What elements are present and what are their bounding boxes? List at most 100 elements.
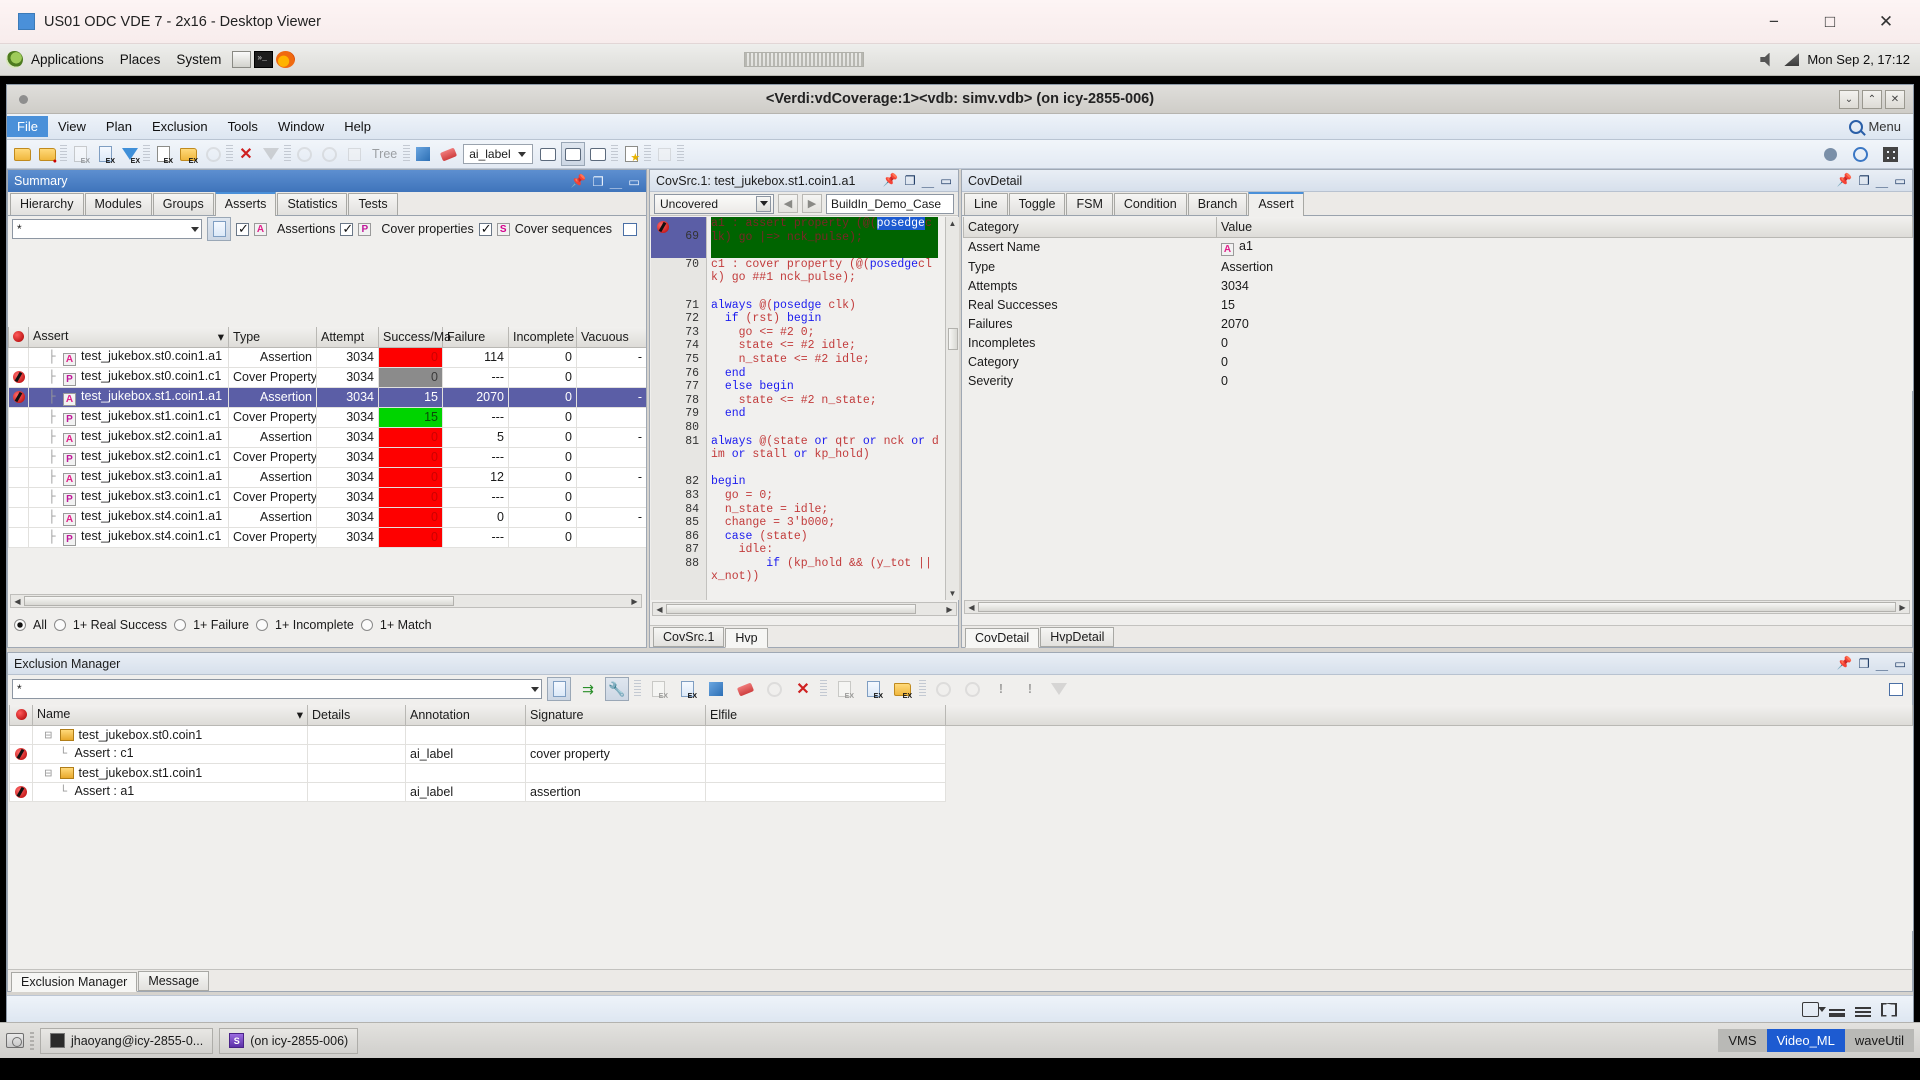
code-line[interactable]: c1 : cover property (@(posedgeclk) go ##… bbox=[711, 258, 945, 299]
table-row[interactable]: ├ Atest_jukebox.st1.coin1.a1 Assertion 303… bbox=[8, 387, 646, 408]
save-exclusion-file-button[interactable]: EX bbox=[861, 677, 885, 701]
signature-col-header[interactable]: Signature bbox=[525, 705, 706, 726]
filter-comment-button[interactable] bbox=[586, 142, 610, 166]
tab-covsrc1[interactable]: CovSrc.1 bbox=[653, 627, 725, 647]
delete-row-button[interactable]: ✕ bbox=[791, 677, 815, 701]
next-button[interactable]: ▶ bbox=[802, 194, 822, 213]
bookmark-button[interactable]: ★ bbox=[619, 142, 643, 166]
row-assert-name[interactable]: ├ Ptest_jukebox.st4.coin1.c1 bbox=[28, 527, 229, 548]
table-row[interactable]: Attempts 3034 bbox=[963, 276, 1913, 296]
menu-exclusion[interactable]: Exclusion bbox=[142, 116, 218, 137]
row-exclusion-flag[interactable] bbox=[8, 487, 29, 508]
scroll-right-icon[interactable]: ▶ bbox=[943, 603, 956, 615]
menu-applications[interactable]: Applications bbox=[23, 44, 112, 76]
table-row[interactable]: ⊟ test_jukebox.st1.coin1 bbox=[9, 763, 1913, 783]
undock-icon[interactable]: ❐ bbox=[592, 174, 603, 189]
open-exclusion-folder-button[interactable]: EX bbox=[176, 142, 200, 166]
tab-tests[interactable]: Tests bbox=[348, 193, 398, 215]
pin-icon[interactable]: 📌 bbox=[1837, 173, 1853, 188]
summary-filter-input[interactable]: * bbox=[12, 219, 202, 239]
tab-modules[interactable]: Modules bbox=[84, 193, 152, 215]
viewer-minimize-button[interactable]: − bbox=[1746, 0, 1802, 43]
code-line[interactable] bbox=[711, 421, 945, 435]
asserts-hscrollbar[interactable]: ◀ ▶ bbox=[10, 594, 642, 608]
vacuous-col-header[interactable]: Vacuous bbox=[576, 327, 646, 348]
code-line-number[interactable]: 84 bbox=[651, 503, 706, 517]
code-line-number[interactable]: 75 bbox=[651, 353, 706, 367]
table-row[interactable]: Assert Name Aa1 bbox=[963, 237, 1913, 258]
table-row[interactable]: Failures 2070 bbox=[963, 314, 1913, 334]
tree-view-button[interactable] bbox=[342, 142, 366, 166]
row-assert-name[interactable]: ├ Atest_jukebox.st1.coin1.a1 bbox=[28, 387, 229, 408]
code-vscrollbar[interactable]: ▲ ▼ bbox=[945, 217, 959, 600]
undo-button[interactable] bbox=[201, 142, 225, 166]
hierarchy-button[interactable] bbox=[652, 142, 676, 166]
failure-col-header[interactable]: Failure bbox=[442, 327, 509, 348]
code-line-number[interactable]: 72 bbox=[651, 312, 706, 326]
filter-rows-button[interactable] bbox=[1047, 677, 1071, 701]
scroll-up-icon[interactable]: ▲ bbox=[947, 217, 959, 230]
code-line-number[interactable]: 87 bbox=[651, 543, 706, 557]
code-line[interactable]: a1 : assert property (@(posedgeclk) go |… bbox=[711, 217, 938, 258]
tab-fsm[interactable]: FSM bbox=[1066, 193, 1113, 215]
name-col-header[interactable]: Name ▾ bbox=[32, 705, 308, 726]
taskbar-item-verdi[interactable]: S (on icy-2855-006) bbox=[219, 1027, 359, 1054]
code-line-number[interactable]: 78 bbox=[651, 394, 706, 408]
covdetail-hscrollbar[interactable]: ◀ ▶ bbox=[964, 600, 1910, 614]
code-line-number[interactable]: 77 bbox=[651, 380, 706, 394]
menu-system[interactable]: System bbox=[168, 44, 229, 76]
row-exclusion-flag[interactable] bbox=[8, 507, 29, 528]
exclusion-filter-input[interactable]: * bbox=[12, 679, 542, 699]
scroll-right-icon[interactable]: ▶ bbox=[1896, 601, 1909, 613]
code-hscrollbar[interactable]: ◀ ▶ bbox=[652, 602, 957, 616]
radio-match[interactable] bbox=[360, 619, 373, 631]
row-name[interactable]: └ Assert : a1 bbox=[32, 782, 308, 802]
tab-message[interactable]: Message bbox=[138, 971, 210, 991]
code-line[interactable]: n_state <= #2 idle; bbox=[711, 353, 945, 367]
scroll-left-icon[interactable]: ◀ bbox=[653, 603, 666, 615]
menu-window[interactable]: Window bbox=[268, 116, 334, 137]
erase-annotation-button[interactable] bbox=[436, 142, 460, 166]
table-row[interactable]: ├ Atest_jukebox.st0.coin1.a1 Assertion 303… bbox=[8, 347, 646, 368]
reload-button[interactable] bbox=[762, 677, 786, 701]
annotation-col-header[interactable]: Annotation bbox=[405, 705, 526, 726]
filter-exclusion-button[interactable]: EX bbox=[118, 142, 142, 166]
menu-tools[interactable]: Tools bbox=[218, 116, 268, 137]
code-line[interactable]: if (kp_hold && (y_tot || x_not)) bbox=[711, 557, 945, 584]
tab-groups[interactable]: Groups bbox=[152, 193, 214, 215]
table-row[interactable]: Incompletes 0 bbox=[963, 333, 1913, 353]
clear-annotation-button[interactable] bbox=[733, 677, 757, 701]
launcher-terminal-icon[interactable] bbox=[254, 51, 274, 68]
code-line-number[interactable]: 69 bbox=[651, 217, 706, 258]
volume-icon[interactable] bbox=[1760, 52, 1770, 67]
code-line-number[interactable]: 73 bbox=[651, 326, 706, 340]
row-name[interactable]: ⊟ test_jukebox.st0.coin1 bbox=[32, 725, 308, 745]
row-name[interactable]: └ Assert : c1 bbox=[32, 744, 308, 764]
code-line[interactable]: go = 0; bbox=[711, 489, 945, 503]
save-exclusion-button[interactable]: EX bbox=[151, 142, 175, 166]
launcher-firefox-icon[interactable] bbox=[276, 51, 296, 68]
code-line-number[interactable]: 82 bbox=[651, 475, 706, 489]
annotation-combo[interactable]: ai_label bbox=[463, 144, 534, 164]
menu-file[interactable]: File bbox=[7, 116, 48, 137]
tab-toggle[interactable]: Toggle bbox=[1008, 193, 1066, 215]
undock-icon[interactable]: ❐ bbox=[1858, 656, 1869, 671]
delete-button[interactable]: ✕ bbox=[234, 142, 258, 166]
pin-icon[interactable]: 📌 bbox=[571, 174, 587, 189]
row-assert-name[interactable]: ├ Atest_jukebox.st4.coin1.a1 bbox=[28, 507, 229, 528]
close-vdb-button[interactable]: ● bbox=[35, 142, 59, 166]
disapprove-button[interactable] bbox=[960, 677, 984, 701]
menu-plan[interactable]: Plan bbox=[96, 116, 142, 137]
approve-button[interactable] bbox=[931, 677, 955, 701]
column-options-button[interactable] bbox=[618, 217, 642, 241]
clock[interactable]: Mon Sep 2, 17:12 bbox=[1807, 52, 1910, 67]
code-line-number[interactable]: 81 bbox=[651, 435, 706, 476]
pin-icon[interactable]: 📌 bbox=[1837, 656, 1853, 671]
add-exclusion-button[interactable]: EX bbox=[93, 142, 117, 166]
add-exclusion-row-button[interactable]: EX bbox=[675, 677, 699, 701]
tab-exclusion-manager[interactable]: Exclusion Manager bbox=[11, 972, 138, 992]
tab-line[interactable]: Line bbox=[964, 193, 1008, 215]
fullscreen-icon[interactable] bbox=[1881, 1002, 1897, 1017]
chevron-down-icon[interactable] bbox=[756, 195, 771, 212]
network-icon[interactable] bbox=[1784, 53, 1800, 66]
